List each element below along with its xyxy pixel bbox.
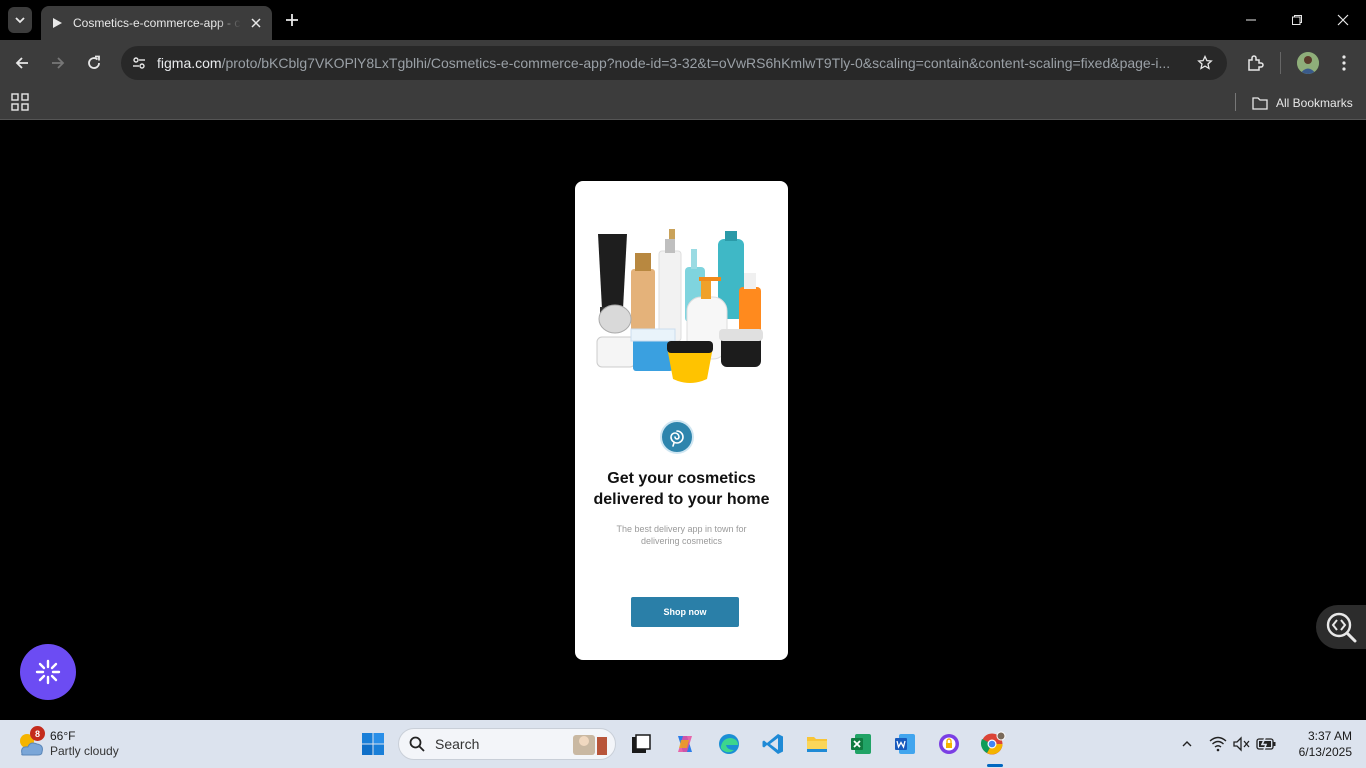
vscode-icon xyxy=(762,734,783,754)
windows-logo-icon xyxy=(362,733,384,755)
browser-titlebar: Cosmetics-e-commerce-app - c xyxy=(0,0,1366,40)
shop-now-button[interactable]: Shop now xyxy=(631,597,739,627)
minimize-button[interactable] xyxy=(1228,0,1274,40)
bookmarks-divider xyxy=(1235,93,1236,111)
browser-tab-active[interactable]: Cosmetics-e-commerce-app - c xyxy=(41,6,272,40)
new-tab-button[interactable] xyxy=(282,10,302,30)
code-search-icon xyxy=(1326,612,1357,643)
arrow-right-icon xyxy=(52,57,65,69)
restore-button[interactable] xyxy=(1274,0,1320,40)
tab-search-button[interactable] xyxy=(8,7,32,33)
excel-app[interactable] xyxy=(845,728,877,760)
excel-icon xyxy=(851,734,871,754)
chrome-app[interactable] xyxy=(977,728,1009,760)
copilot-app[interactable] xyxy=(669,728,701,760)
wifi-status[interactable] xyxy=(1207,732,1229,756)
sparkle-icon xyxy=(35,659,61,685)
chevron-down-icon xyxy=(15,17,25,24)
minimize-icon xyxy=(1246,19,1256,21)
battery-charging-icon xyxy=(1256,737,1276,751)
extensions-icon[interactable] xyxy=(1243,51,1267,75)
assistant-fab-button[interactable] xyxy=(20,644,76,700)
restore-icon xyxy=(1292,15,1302,25)
forward-button[interactable] xyxy=(44,49,72,77)
site-info-icon[interactable] xyxy=(127,51,151,75)
browser-toolbar: figma.com/proto/bKCblg7VKOPlY8LxTgblhi/C… xyxy=(0,40,1366,86)
vscode-app[interactable] xyxy=(757,728,789,760)
tab-close-icon[interactable] xyxy=(248,15,264,31)
play-icon xyxy=(49,15,65,31)
all-bookmarks-button[interactable]: All Bookmarks xyxy=(1252,92,1353,114)
edge-icon xyxy=(719,734,739,754)
profile-avatar[interactable] xyxy=(1297,52,1319,74)
search-icon xyxy=(409,736,425,752)
tab-title: Cosmetics-e-commerce-app - c xyxy=(73,16,241,30)
task-view-button[interactable] xyxy=(625,728,657,760)
active-app-indicator xyxy=(987,764,1003,767)
clock-time: 3:37 AM xyxy=(1307,729,1352,743)
app-onboarding-screen: Get your cosmetics delivered to your hom… xyxy=(575,181,788,660)
taskbar-search-box[interactable]: Search xyxy=(398,728,616,760)
bookmarks-bar: All Bookmarks xyxy=(0,86,1366,120)
app-logo-icon xyxy=(660,420,694,454)
menu-kebab-icon[interactable] xyxy=(1332,51,1356,75)
weather-temperature: 66°F xyxy=(50,729,76,743)
onboarding-subtitle: The best delivery app in town for delive… xyxy=(616,524,747,546)
chevron-up-icon xyxy=(1182,741,1192,747)
file-explorer-app[interactable] xyxy=(801,728,833,760)
folder-icon xyxy=(807,737,827,752)
apps-grid-icon[interactable] xyxy=(11,93,29,111)
back-button[interactable] xyxy=(8,49,36,77)
all-bookmarks-label: All Bookmarks xyxy=(1276,96,1353,110)
toolbar-divider xyxy=(1280,52,1281,74)
weather-widget[interactable]: 8 66°F Partly cloudy xyxy=(14,726,119,762)
start-button[interactable] xyxy=(357,728,389,760)
url-path: /proto/bKCblg7VKOPlY8LxTgblhi/Cosmetics-… xyxy=(221,55,1171,71)
close-icon xyxy=(1337,14,1349,26)
prototype-viewport: Get your cosmetics delivered to your hom… xyxy=(0,121,1366,720)
weather-badge: 8 xyxy=(30,726,45,741)
volume-status[interactable] xyxy=(1231,732,1253,756)
close-window-button[interactable] xyxy=(1320,0,1366,40)
vpn-app[interactable] xyxy=(933,728,965,760)
partly-cloudy-icon: 8 xyxy=(14,726,46,760)
plus-icon xyxy=(286,14,298,26)
system-clock[interactable]: 3:37 AM 6/13/2025 xyxy=(1280,728,1352,760)
arrow-left-icon xyxy=(15,57,28,69)
search-highlight-icon xyxy=(573,735,607,755)
shield-lock-icon xyxy=(939,734,959,754)
taskbar-search-label: Search xyxy=(435,736,480,752)
inspect-code-button[interactable] xyxy=(1316,605,1366,649)
clock-date: 6/13/2025 xyxy=(1298,745,1352,759)
battery-status[interactable] xyxy=(1255,732,1277,756)
folder-icon xyxy=(1252,97,1268,110)
wifi-icon xyxy=(1209,736,1227,752)
show-hidden-icons-button[interactable] xyxy=(1176,732,1198,756)
weather-condition: Partly cloudy xyxy=(50,744,119,758)
copilot-icon xyxy=(678,736,692,752)
word-icon xyxy=(895,734,915,754)
bookmark-star-icon[interactable] xyxy=(1195,53,1215,73)
windows-taskbar: 8 66°F Partly cloudy Search 3:37 AM 6/13… xyxy=(0,720,1366,768)
task-view-icon xyxy=(632,734,651,753)
cosmetics-products-illustration xyxy=(596,229,763,383)
edge-app[interactable] xyxy=(713,728,745,760)
word-app[interactable] xyxy=(889,728,921,760)
url-text[interactable]: figma.com/proto/bKCblg7VKOPlY8LxTgblhi/C… xyxy=(157,55,1177,71)
reload-icon xyxy=(88,55,100,69)
url-host: figma.com xyxy=(157,55,222,71)
chrome-icon xyxy=(980,731,1006,755)
reload-button[interactable] xyxy=(80,49,108,77)
onboarding-headline: Get your cosmetics delivered to your hom… xyxy=(593,470,770,508)
address-bar[interactable]: figma.com/proto/bKCblg7VKOPlY8LxTgblhi/C… xyxy=(121,46,1227,80)
volume-muted-icon xyxy=(1233,736,1250,752)
